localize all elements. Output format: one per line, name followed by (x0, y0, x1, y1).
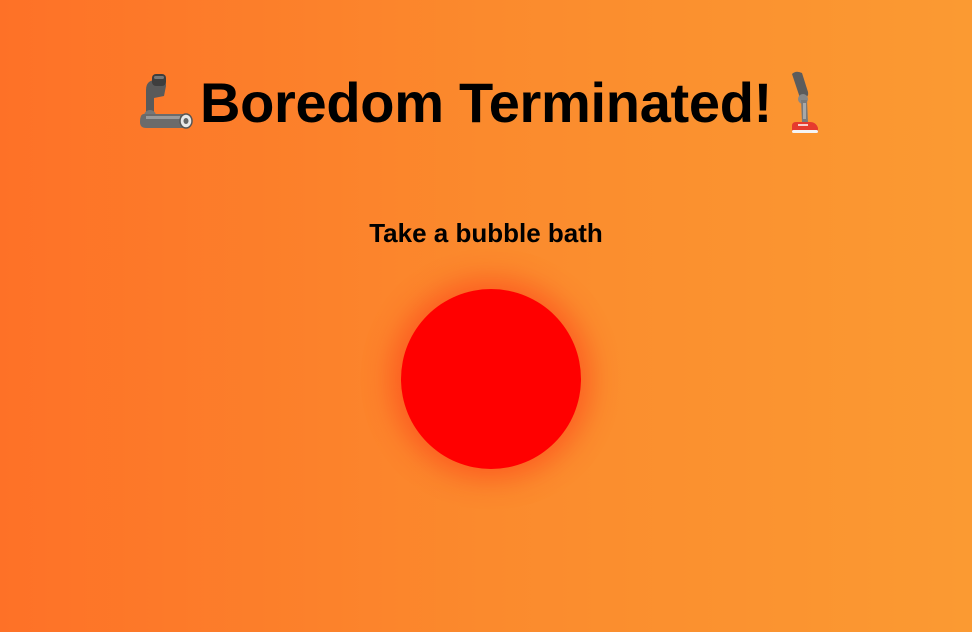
bubble-button[interactable] (401, 289, 581, 469)
activity-suggestion: Take a bubble bath (369, 218, 603, 248)
mechanical-leg-icon (778, 70, 836, 136)
page-title: Boredom Terminated! (0, 68, 972, 138)
title-text: Boredom Terminated! (200, 71, 772, 134)
mechanical-arm-icon (136, 70, 194, 136)
